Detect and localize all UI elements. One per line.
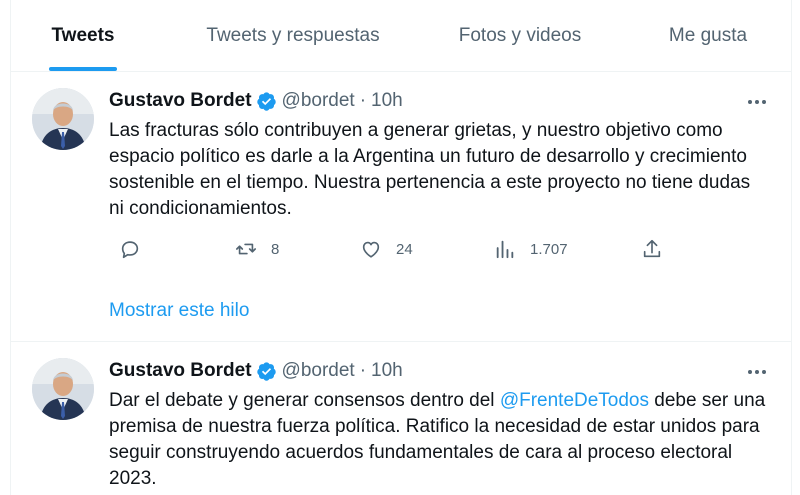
tab-tweets-label: Tweets (51, 24, 115, 46)
retweet-icon (236, 243, 256, 255)
tab-fotos-y-videos[interactable]: Fotos y videos (447, 0, 593, 71)
verified-badge-icon (256, 91, 276, 111)
author-name[interactable]: Gustavo Bordet (109, 360, 252, 382)
tweet-text-part: Dar el debate y generar consensos dentro… (109, 390, 500, 411)
tweet-card[interactable]: Gustavo Bordet @bordet · 10h Dar el deba… (11, 342, 791, 495)
retweet-button[interactable]: 8 (235, 238, 279, 260)
tweet-card[interactable]: Gustavo Bordet @bordet · 10h Las fractur… (11, 72, 791, 340)
show-thread-link[interactable]: Mostrar este hilo (109, 300, 249, 322)
tab-tweets-y-respuestas-label: Tweets y respuestas (206, 24, 380, 46)
tweet-header: Gustavo Bordet @bordet · 10h (109, 90, 403, 112)
tab-me-gusta[interactable]: Me gusta (655, 0, 761, 71)
more-options-icon[interactable] (745, 90, 769, 114)
tab-tweets[interactable]: Tweets (35, 0, 131, 71)
more-options-icon[interactable] (745, 360, 769, 384)
tweet-time[interactable]: 10h (371, 90, 403, 112)
share-icon (643, 239, 661, 258)
tab-tweets-y-respuestas[interactable]: Tweets y respuestas (189, 0, 397, 71)
meta-separator: · (359, 360, 367, 381)
author-handle[interactable]: @bordet (282, 90, 355, 112)
active-tab-indicator (49, 67, 117, 71)
tab-fotos-y-videos-label: Fotos y videos (458, 24, 582, 46)
profile-timeline: Tweets Tweets y respuestas Fotos y video… (10, 0, 792, 495)
mention-link[interactable]: @FrenteDeTodos (500, 390, 649, 411)
like-count: 24 (396, 240, 413, 258)
like-icon (362, 241, 380, 258)
retweet-count: 8 (271, 240, 280, 258)
author-handle[interactable]: @bordet (282, 360, 355, 382)
verified-badge-icon (256, 361, 276, 381)
meta-separator: · (359, 90, 367, 111)
profile-tabs: Tweets Tweets y respuestas Fotos y video… (11, 0, 791, 72)
avatar[interactable] (32, 358, 94, 420)
share-button[interactable] (641, 238, 677, 260)
avatar[interactable] (32, 88, 94, 150)
tweet-text: Las fracturas sólo contribuyen a generar… (109, 120, 751, 219)
reply-button[interactable] (119, 238, 155, 260)
tweet-header: Gustavo Bordet @bordet · 10h (109, 360, 403, 382)
tab-me-gusta-label: Me gusta (668, 24, 748, 46)
author-name[interactable]: Gustavo Bordet (109, 90, 252, 112)
reply-icon (121, 241, 139, 259)
tweet-time[interactable]: 10h (371, 360, 403, 382)
like-button[interactable]: 24 (360, 238, 413, 260)
views-count: 1.707 (530, 240, 568, 258)
views-button[interactable]: 1.707 (494, 238, 568, 260)
tweet-text: Dar el debate y generar consensos dentro… (109, 388, 769, 492)
views-icon (496, 240, 514, 259)
